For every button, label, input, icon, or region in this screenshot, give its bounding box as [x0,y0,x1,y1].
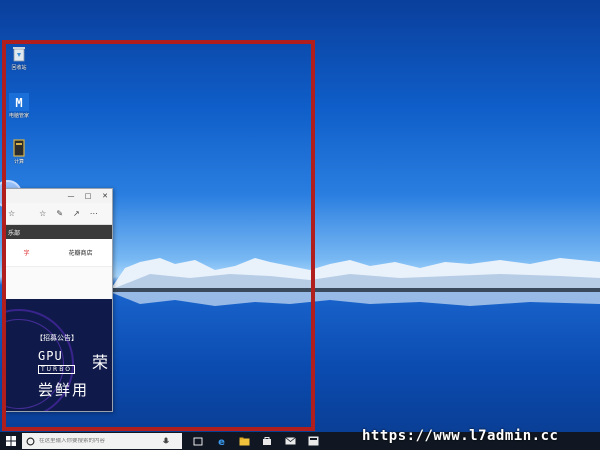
taskbar-pinned-apps: e [192,435,319,447]
taskbar-search[interactable] [22,433,182,449]
start-button[interactable] [0,432,22,450]
task-view-icon[interactable] [192,435,204,447]
highlight-box [2,40,315,431]
app-icon[interactable] [307,435,319,447]
mail-icon[interactable] [284,435,296,447]
cortana-icon [26,437,35,445]
edge-browser-icon[interactable]: e [215,435,227,447]
svg-text:e: e [218,437,225,447]
microphone-icon[interactable] [163,437,169,446]
watermark-text: https://www.l7admin.cc [362,428,559,444]
windows-logo-icon [6,436,16,446]
store-icon[interactable] [261,435,273,447]
search-input[interactable] [39,438,159,444]
file-explorer-icon[interactable] [238,435,250,447]
